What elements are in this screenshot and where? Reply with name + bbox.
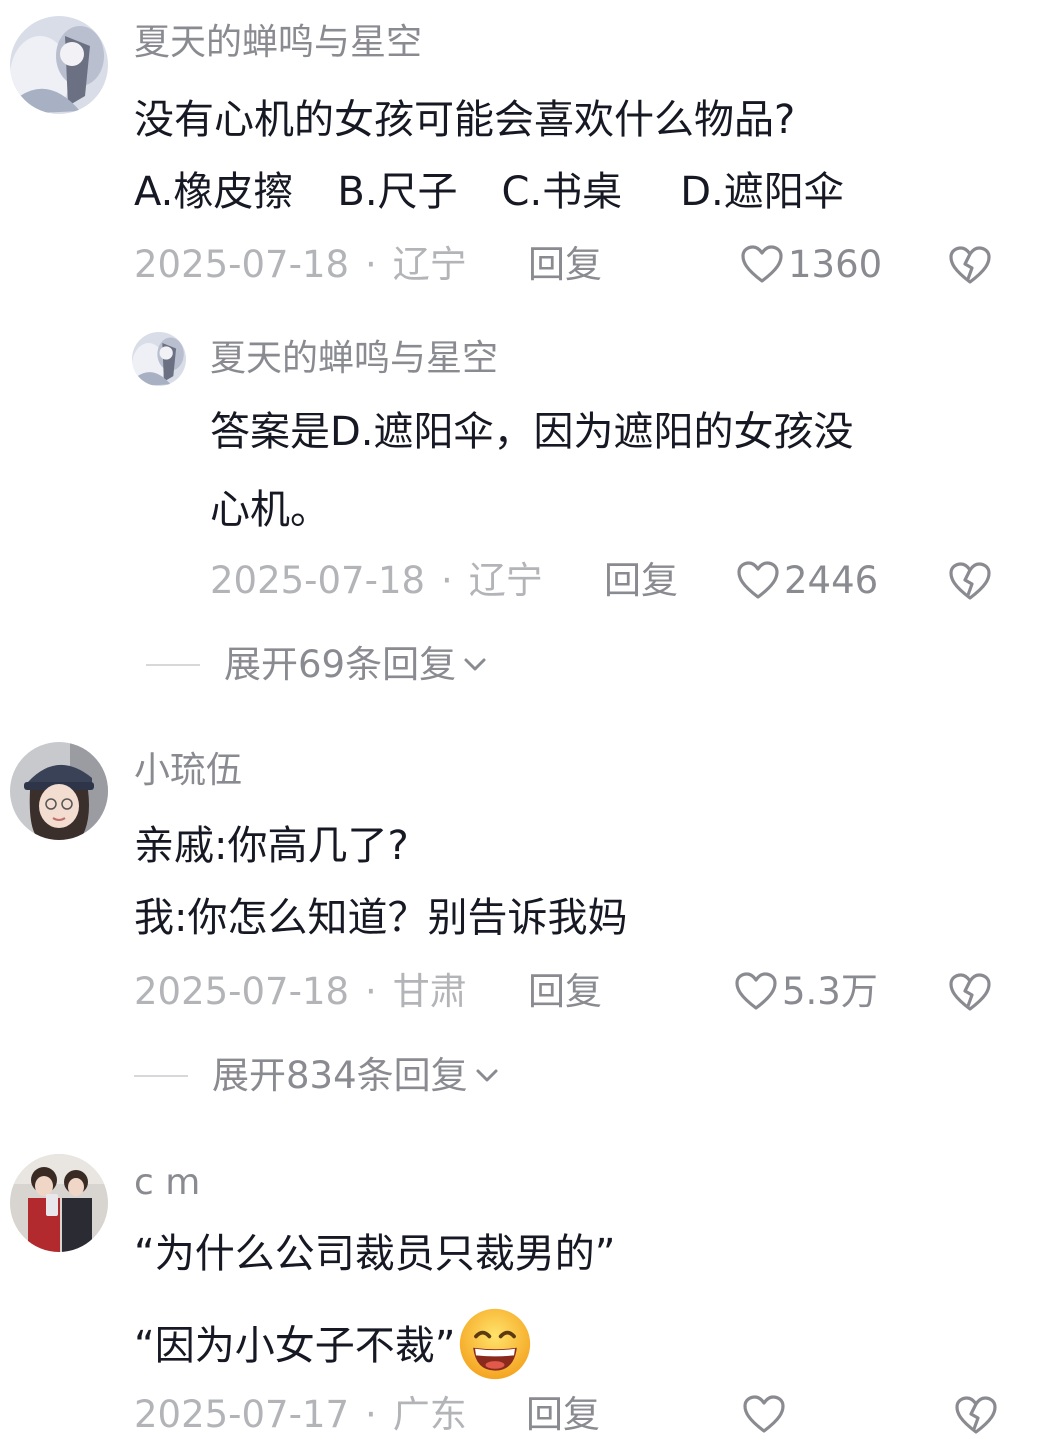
option-c: C.书桌 [501, 169, 623, 215]
comment-3: c m “为什么公司裁员只裁男的” “因为小女子不裁” 2025-07-17 ·… [0, 1120, 1039, 1437]
reply-meta: 2025-07-18 · 辽宁 [210, 562, 543, 599]
comment-location: 甘肃 [392, 970, 467, 1013]
expand-replies-button[interactable]: 展开69条回复 [146, 646, 488, 683]
heart-icon [737, 561, 779, 599]
like-button[interactable]: 2446 [736, 560, 878, 600]
comment-text-line-1: “为什么公司裁员只裁男的” [134, 1231, 616, 1277]
broken-heart-icon [949, 562, 991, 600]
expand-replies-label: 展开834条回复 [212, 1054, 468, 1097]
divider-line [134, 1074, 188, 1077]
comment-options: A.橡皮擦 B.尺子 C.书桌 D.遮阳伞 [134, 172, 844, 212]
comment-username[interactable]: 小琉伍 [134, 753, 242, 789]
comment-1: 夏天的蝉鸣与星空 没有心机的女孩可能会喜欢什么物品? A.橡皮擦 B.尺子 C.… [0, 0, 1039, 700]
comment-username[interactable]: 夏天的蝉鸣与星空 [134, 25, 422, 61]
comment-2: 小琉伍 亲戚:你高几了? 我:你怎么知道？别告诉我妈 2025-07-18 · … [0, 700, 1039, 1120]
comment-text-line-2: 我:你怎么知道？别告诉我妈 [134, 895, 628, 941]
comment-date: 2025-07-18 [134, 970, 350, 1013]
reply-button[interactable]: 回复 [528, 246, 602, 283]
comment-location: 辽宁 [392, 243, 467, 286]
grinning-face-emoji [460, 1308, 531, 1380]
heart-icon [743, 1395, 785, 1433]
heart-icon [735, 972, 777, 1010]
meta-separator: · [365, 243, 377, 286]
like-button[interactable] [742, 1394, 790, 1434]
dislike-button[interactable] [948, 245, 992, 285]
dislike-button[interactable] [948, 972, 992, 1012]
option-d: D.遮阳伞 [680, 169, 844, 215]
like-count: 2446 [784, 558, 879, 602]
comment-meta: 2025-07-18 · 甘肃 [134, 973, 467, 1010]
comment-username[interactable]: c m [134, 1165, 200, 1201]
reply-username[interactable]: 夏天的蝉鸣与星空 [210, 341, 498, 377]
heart-icon [741, 245, 783, 283]
user-avatar[interactable] [10, 742, 108, 840]
like-count: 1360 [788, 242, 883, 286]
comment-text: 没有心机的女孩可能会喜欢什么物品? [134, 97, 796, 143]
comment-location: 广东 [392, 1393, 467, 1436]
like-button[interactable]: 1360 [740, 244, 882, 284]
like-button[interactable]: 5.3万 [734, 971, 878, 1011]
reply-avatar[interactable] [132, 332, 186, 386]
option-a: A.橡皮擦 [134, 169, 294, 215]
reply-button[interactable]: 回复 [526, 1396, 600, 1433]
divider-line [146, 663, 200, 666]
reply-text-line-2: 心机。 [210, 487, 330, 533]
reply-button[interactable]: 回复 [604, 562, 678, 599]
reply-date: 2025-07-18 [210, 559, 426, 602]
chevron-down-icon [464, 658, 486, 670]
reply-button[interactable]: 回复 [528, 973, 602, 1010]
broken-heart-icon [949, 246, 991, 284]
comment-date: 2025-07-17 [134, 1393, 350, 1436]
comment-text-line-2-text: “因为小女子不裁” [134, 1323, 456, 1369]
comment-meta: 2025-07-17 · 广东 [134, 1396, 467, 1433]
broken-heart-icon [955, 1396, 997, 1434]
dislike-button[interactable] [954, 1395, 998, 1435]
user-avatar[interactable] [10, 16, 108, 114]
chevron-down-icon [476, 1069, 498, 1081]
like-count: 5.3万 [782, 969, 878, 1013]
user-avatar[interactable] [10, 1154, 108, 1252]
meta-separator: · [441, 559, 453, 602]
comment-text-line-2: “因为小女子不裁” [134, 1308, 533, 1382]
meta-separator: · [365, 970, 377, 1013]
broken-heart-icon [949, 973, 991, 1011]
meta-separator: · [365, 1393, 377, 1436]
comment-date: 2025-07-18 [134, 243, 350, 286]
comment-meta: 2025-07-18 · 辽宁 [134, 246, 467, 283]
option-b: B.尺子 [337, 169, 458, 215]
expand-replies-button[interactable]: 展开834条回复 [134, 1057, 500, 1094]
comment-text-line-1: 亲戚:你高几了? [134, 823, 409, 869]
dislike-button[interactable] [948, 561, 992, 601]
reply-location: 辽宁 [468, 559, 543, 602]
expand-replies-label: 展开69条回复 [224, 643, 457, 686]
reply-text-line-1: 答案是D.遮阳伞，因为遮阳的女孩没 [210, 409, 854, 455]
